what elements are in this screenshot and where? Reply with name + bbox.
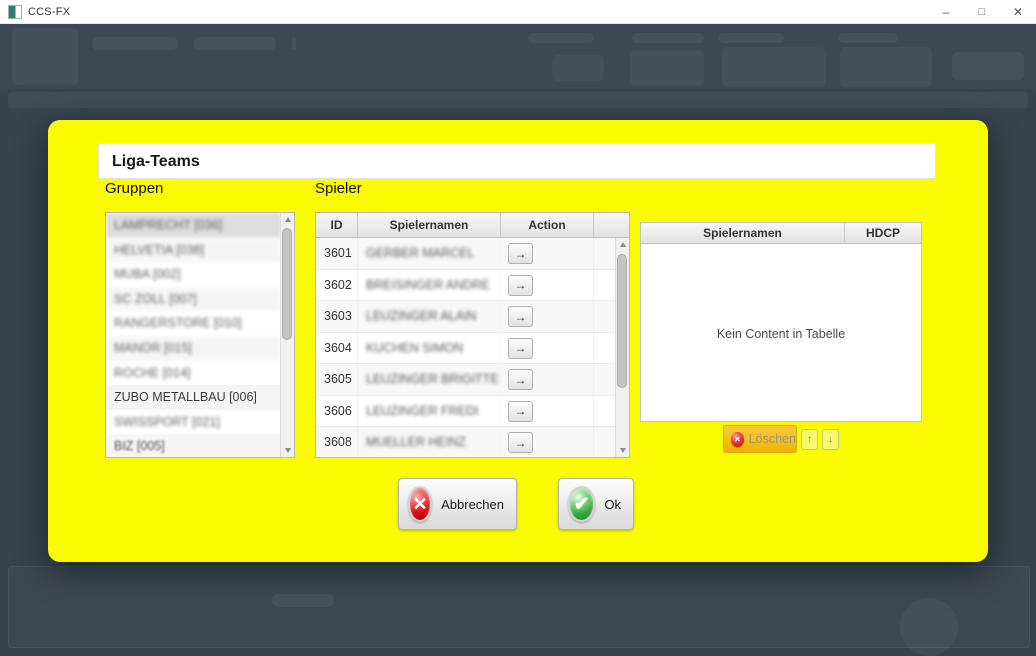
column-header-extra — [594, 213, 616, 237]
player-id: 3603 — [316, 301, 358, 332]
abbrechen-label: Abbrechen — [441, 497, 504, 512]
spieler-label: Spieler — [315, 180, 362, 197]
column-header-spielernamen[interactable]: Spielernamen — [358, 213, 501, 237]
dimmed-control — [952, 52, 1024, 80]
close-button[interactable]: ✕ — [1000, 0, 1036, 23]
gruppen-scrollbar[interactable] — [280, 213, 294, 457]
move-right-button[interactable]: → — [508, 369, 533, 390]
player-id: 3601 — [316, 238, 358, 269]
scroll-down-icon[interactable] — [616, 444, 629, 457]
dimmed-label — [718, 33, 784, 43]
app-icon — [8, 5, 22, 19]
dimmed-text — [272, 594, 334, 607]
cancel-x-icon: ✕ — [408, 486, 432, 522]
move-right-button[interactable]: → — [508, 401, 533, 422]
player-id: 3608 — [316, 427, 358, 458]
window-title: CCS-FX — [28, 6, 70, 18]
gruppen-list-item[interactable]: SC ZOLL [007] — [106, 287, 281, 312]
gruppen-list-item[interactable]: BIZ [005] — [106, 434, 281, 458]
spieler-table-header: ID Spielernamen Action — [316, 213, 629, 238]
player-id: 3605 — [316, 364, 358, 395]
dimmed-divider — [292, 37, 296, 50]
ok-check-icon: ✔ — [568, 486, 595, 522]
team-table: Spielernamen HDCP Kein Content in Tabell… — [640, 222, 922, 422]
ok-label: Ok — [604, 497, 621, 512]
table-row[interactable]: 3605 LEUZINGER BRIGITTE → — [316, 364, 629, 396]
gruppen-list-item[interactable]: ROCHE [014] — [106, 361, 281, 386]
loeschen-button[interactable]: ✕ Löschen — [723, 425, 797, 453]
dimmed-menu-item — [92, 37, 178, 50]
column-header-id[interactable]: ID — [316, 213, 358, 237]
player-id: 3606 — [316, 396, 358, 427]
move-right-button[interactable]: → — [508, 243, 533, 264]
scrollbar-thumb[interactable] — [282, 228, 292, 340]
dimmed-label — [528, 33, 594, 43]
player-name: LEUZINGER BRIGITTE — [358, 364, 501, 395]
gruppen-list-item[interactable]: MUBA [002] — [106, 262, 281, 287]
scroll-up-icon[interactable] — [616, 238, 629, 251]
player-name: GERBER MARCEL — [358, 238, 501, 269]
gruppen-list-item[interactable]: MANOR [015] — [106, 336, 281, 361]
dimmed-control — [840, 47, 932, 87]
dimmed-control — [630, 50, 704, 86]
dimmed-control — [722, 47, 826, 87]
table-row[interactable]: 3601 GERBER MARCEL → — [316, 238, 629, 270]
table-row[interactable]: 3604 KUCHEN SIMON → — [316, 333, 629, 365]
player-id: 3602 — [316, 270, 358, 301]
delete-x-icon: ✕ — [731, 432, 744, 447]
gruppen-list-item[interactable]: LAMPRECHT [036] — [106, 213, 281, 238]
gruppen-list-item[interactable]: HELVETIA [038] — [106, 238, 281, 263]
player-name: KUCHEN SIMON — [358, 333, 501, 364]
dimmed-menu-item — [194, 37, 276, 50]
move-up-button[interactable]: ↑ — [801, 429, 818, 450]
gruppen-list-item[interactable]: SWISSPORT [021] — [106, 410, 281, 435]
move-right-button[interactable]: → — [508, 338, 533, 359]
dimmed-label — [838, 33, 898, 43]
table-row[interactable]: 3606 LEUZINGER FREDI → — [316, 396, 629, 428]
gruppen-label: Gruppen — [105, 180, 163, 197]
loeschen-label: Löschen — [749, 432, 796, 446]
player-name: MUELLER HEINZ — [358, 427, 501, 458]
spieler-table: ID Spielernamen Action 3601 GERBER MARCE… — [315, 212, 630, 458]
table-row[interactable]: 3608 MUELLER HEINZ → — [316, 427, 629, 458]
team-table-header: Spielernamen HDCP — [641, 223, 921, 244]
minimize-button[interactable]: – — [928, 0, 964, 23]
gruppen-list[interactable]: LAMPRECHT [036] HELVETIA [038] MUBA [002… — [105, 212, 295, 458]
move-down-button[interactable]: ↓ — [822, 429, 839, 450]
scroll-down-icon[interactable] — [281, 444, 294, 457]
maximize-button[interactable]: □ — [964, 0, 1000, 23]
table-row[interactable]: 3602 BREISINGER ANDRE → — [316, 270, 629, 302]
player-name: LEUZINGER FREDI — [358, 396, 501, 427]
window-titlebar: CCS-FX – □ ✕ — [0, 0, 1036, 24]
app-logo-dimmed — [12, 28, 78, 85]
gruppen-list-item[interactable]: ZUBO METALLBAU [006] — [106, 385, 281, 410]
gruppen-list-item[interactable]: RANGERSTORE [010] — [106, 311, 281, 336]
dimmed-toolbar — [8, 92, 1028, 108]
scrollbar-thumb[interactable] — [617, 254, 627, 388]
player-name: BREISINGER ANDRE — [358, 270, 501, 301]
column-header-hdcp[interactable]: HDCP — [845, 223, 921, 243]
empty-table-placeholder: Kein Content in Tabelle — [641, 327, 921, 341]
scroll-up-icon[interactable] — [281, 213, 294, 226]
dimmed-control — [552, 55, 604, 81]
ok-button[interactable]: ✔ Ok — [558, 478, 634, 530]
move-right-button[interactable]: → — [508, 432, 533, 453]
column-header-action[interactable]: Action — [501, 213, 594, 237]
spieler-scrollbar[interactable] — [615, 238, 629, 457]
dimmed-logo-watermark — [900, 598, 958, 656]
dimmed-bottom-panel — [8, 566, 1030, 648]
table-row[interactable]: 3603 LEUZINGER ALAIN → — [316, 301, 629, 333]
dialog-title-field[interactable]: Liga-Teams — [98, 143, 936, 179]
player-id: 3604 — [316, 333, 358, 364]
column-header-spielernamen[interactable]: Spielernamen — [641, 223, 845, 243]
abbrechen-button[interactable]: ✕ Abbrechen — [398, 478, 517, 530]
player-name: LEUZINGER ALAIN — [358, 301, 501, 332]
move-right-button[interactable]: → — [508, 306, 533, 327]
move-right-button[interactable]: → — [508, 275, 533, 296]
liga-teams-dialog: Liga-Teams Gruppen Spieler LAMPRECHT [03… — [48, 120, 988, 562]
dimmed-label — [632, 33, 704, 43]
